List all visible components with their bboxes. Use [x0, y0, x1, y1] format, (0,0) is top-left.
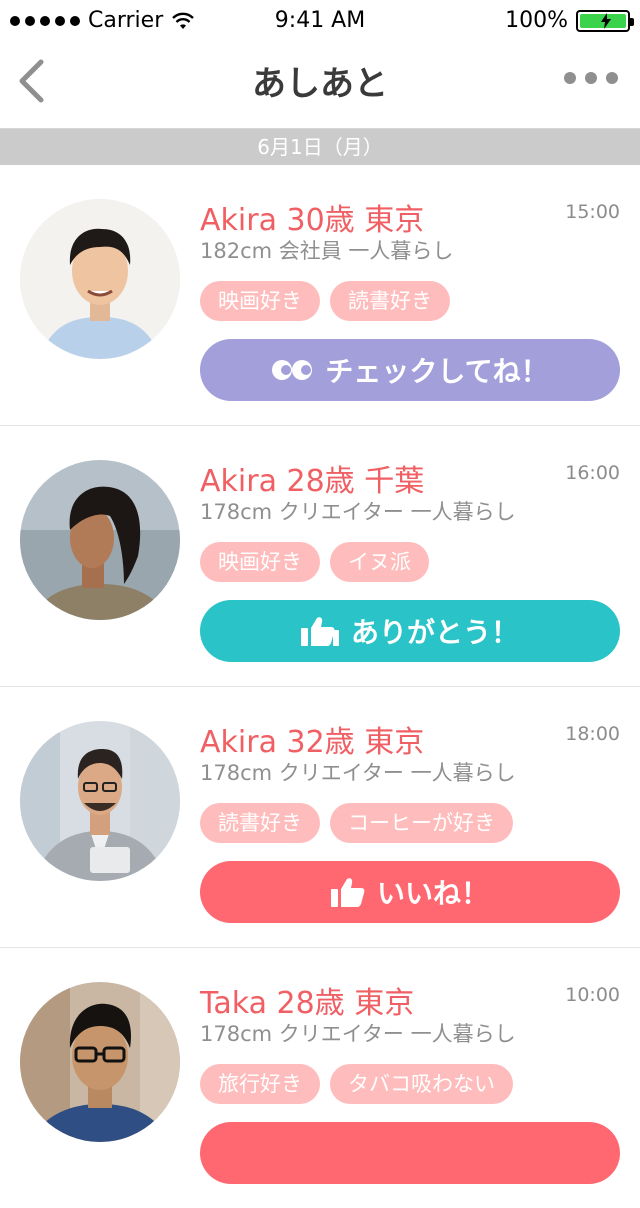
check-button-label: チェックしてね！ [325, 355, 549, 388]
user-meta: 178cm クリエイター 一人暮らし [200, 1022, 516, 1046]
interest-tag: 読書好き [200, 803, 320, 843]
thumbs-up-icon [300, 617, 339, 646]
interest-tag: 映画好き [200, 281, 320, 321]
list-item[interactable]: Akira 28歳 千葉 16:00 178cm クリエイター 一人暮らし 映画… [0, 425, 640, 686]
page-title: あしあと [252, 64, 388, 104]
eyes-icon [272, 360, 313, 380]
avatar[interactable] [20, 721, 180, 881]
tag-list: 旅行好き タバコ吸わない [200, 1064, 513, 1104]
user-name: Akira 32歳 東京 [200, 725, 425, 760]
battery-percent: 100% [505, 8, 568, 33]
check-button[interactable]: チェックしてね！ [200, 339, 620, 401]
user-meta: 182cm 会社員 一人暮らし [200, 239, 454, 263]
date-header: 6月1日（月） [0, 129, 640, 165]
list-item[interactable]: Akira 32歳 東京 18:00 178cm クリエイター 一人暮らし 読書… [0, 686, 640, 947]
tag-list: 読書好き コーヒーが好き [200, 803, 513, 843]
user-meta: 178cm クリエイター 一人暮らし [200, 500, 516, 524]
visit-time: 16:00 [565, 462, 620, 484]
interest-tag: 読書好き [330, 281, 450, 321]
like-button-label: いいね！ [376, 877, 489, 910]
interest-tag: 旅行好き [200, 1064, 320, 1104]
interest-tag: コーヒーが好き [330, 803, 513, 843]
interest-tag: タバコ吸わない [330, 1064, 513, 1104]
user-name: Akira 30歳 東京 [200, 203, 425, 238]
tag-list: 映画好き 読書好き [200, 281, 450, 321]
thumbs-up-icon [330, 878, 365, 907]
avatar[interactable] [20, 199, 180, 359]
list-item[interactable]: Akira 30歳 東京 15:00 182cm 会社員 一人暮らし 映画好き … [0, 165, 640, 425]
avatar[interactable] [20, 982, 180, 1142]
visit-time: 15:00 [565, 201, 620, 223]
interest-tag: イヌ派 [330, 542, 429, 582]
more-dots-icon[interactable] [564, 72, 618, 84]
status-bar: Carrier 9:41 AM 100% [0, 0, 640, 40]
thanks-button-label: ありがとう！ [350, 616, 519, 649]
user-meta: 178cm クリエイター 一人暮らし [200, 761, 516, 785]
user-name: Taka 28歳 東京 [200, 986, 415, 1021]
nav-bar: あしあと [0, 40, 640, 129]
status-right: 100% [505, 8, 634, 33]
thanks-button[interactable]: ありがとう！ [200, 600, 620, 662]
visitor-list: Akira 30歳 東京 15:00 182cm 会社員 一人暮らし 映画好き … [0, 165, 640, 1208]
tag-list: 映画好き イヌ派 [200, 542, 429, 582]
list-item[interactable]: Taka 28歳 東京 10:00 178cm クリエイター 一人暮らし 旅行好… [0, 947, 640, 1208]
visit-time: 10:00 [565, 984, 620, 1006]
interest-tag: 映画好き [200, 542, 320, 582]
avatar[interactable] [20, 460, 180, 620]
battery-icon [576, 9, 634, 32]
user-name: Akira 28歳 千葉 [200, 464, 425, 499]
like-button[interactable] [200, 1122, 620, 1184]
like-button[interactable]: いいね！ [200, 861, 620, 923]
visit-time: 18:00 [565, 723, 620, 745]
